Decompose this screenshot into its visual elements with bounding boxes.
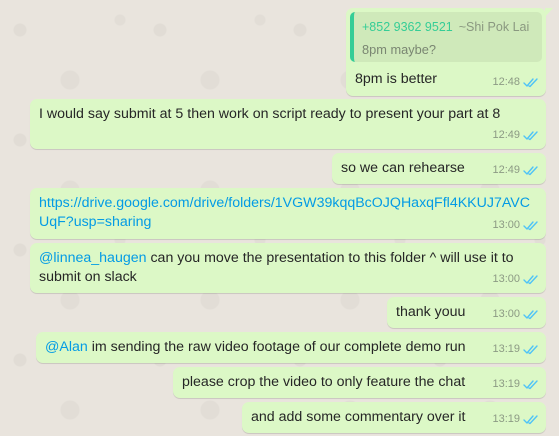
double-check-icon <box>523 166 538 176</box>
message-text: I would say submit at 5 then work on scr… <box>39 106 501 122</box>
message-body: im sending the raw video footage of our … <box>87 339 466 355</box>
message-time: 13:00 <box>492 273 520 285</box>
message-meta: 12:48 <box>492 73 539 92</box>
double-check-icon <box>523 131 538 141</box>
message-list[interactable]: +852 9362 9521 ~Shi Pok Lai 8pm maybe? 8p… <box>0 0 559 436</box>
message-time: 13:19 <box>492 413 520 425</box>
double-check-icon <box>523 275 538 285</box>
message-time: 12:48 <box>492 76 520 88</box>
message-meta: 13:00 <box>492 216 539 235</box>
double-check-icon <box>523 415 538 425</box>
drive-folder-link[interactable]: https://drive.google.com/drive/folders/1… <box>39 195 530 230</box>
message-time: 13:19 <box>492 378 520 390</box>
mention-alan[interactable]: @Alan <box>45 339 88 355</box>
message-bubble[interactable]: +852 9362 9521 ~Shi Pok Lai 8pm maybe? 8p… <box>346 8 553 96</box>
message-text: please crop the video to only feature th… <box>182 374 466 390</box>
message-meta: 13:00 <box>492 270 539 289</box>
message-time: 13:00 <box>492 308 520 320</box>
message-bubble[interactable]: thank youu 13:00 <box>387 297 546 328</box>
message-meta: 13:19 <box>492 410 539 429</box>
message-bubble[interactable]: please crop the video to only feature th… <box>173 367 546 398</box>
bubble-tail <box>545 8 553 17</box>
message-bubble[interactable]: https://drive.google.com/drive/folders/1… <box>30 188 546 239</box>
message-meta: 12:49 <box>492 161 539 180</box>
message-meta: 13:00 <box>492 305 539 324</box>
quoted-author: +852 9362 9521 ~Shi Pok Lai <box>362 18 529 37</box>
quoted-message[interactable]: +852 9362 9521 ~Shi Pok Lai 8pm maybe? <box>350 12 542 62</box>
message-text: https://drive.google.com/drive/folders/1… <box>39 194 532 232</box>
message-time: 13:19 <box>492 343 520 355</box>
double-check-icon <box>523 380 538 390</box>
mention-linnea[interactable]: @linnea_haugen <box>39 250 147 266</box>
message-time: 12:49 <box>492 164 520 176</box>
message-bubble[interactable]: I would say submit at 5 then work on scr… <box>30 99 546 149</box>
double-check-icon <box>523 221 538 231</box>
message-bubble[interactable]: @Alan im sending the raw video footage o… <box>36 332 546 363</box>
message-bubble[interactable]: and add some commentary over it 13:19 <box>242 402 546 433</box>
message-time: 13:00 <box>492 219 520 231</box>
double-check-icon <box>523 78 538 88</box>
message-time: 12:49 <box>492 129 520 141</box>
double-check-icon <box>523 310 538 320</box>
quoted-phone: +852 9362 9521 <box>362 20 453 34</box>
message-text: @linnea_haugen can you move the presenta… <box>39 249 532 287</box>
double-check-icon <box>523 345 538 355</box>
quoted-text: 8pm maybe? <box>362 42 436 57</box>
message-meta: 12:49 <box>492 126 539 145</box>
message-bubble[interactable]: so we can rehearse 12:49 <box>332 153 546 184</box>
message-text: @Alan im sending the raw video footage o… <box>45 338 537 357</box>
message-meta: 13:19 <box>492 340 539 359</box>
message-meta: 13:19 <box>492 375 539 394</box>
message-bubble[interactable]: @linnea_haugen can you move the presenta… <box>30 243 546 293</box>
quoted-name: ~Shi Pok Lai <box>458 20 530 34</box>
